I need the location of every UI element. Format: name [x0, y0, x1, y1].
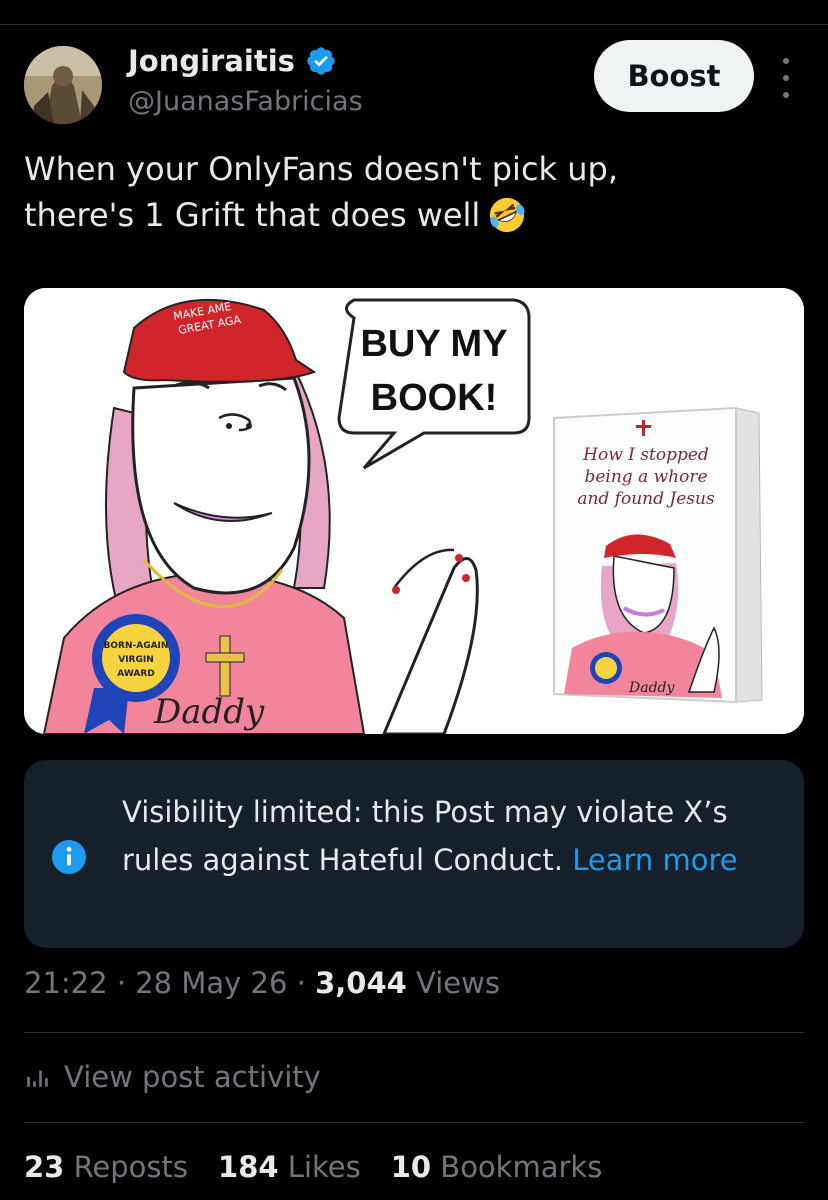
divider-1: [24, 1032, 804, 1033]
book-title-3: and found Jesus: [577, 489, 715, 509]
divider-2: [24, 1122, 804, 1123]
bookmarks-stat[interactable]: 10 Bookmarks: [391, 1150, 603, 1184]
book-title-1: How I stopped: [582, 445, 709, 465]
author-avatar[interactable]: [24, 46, 102, 124]
engagement-stats: 23 Reposts 184 Likes 10 Bookmarks: [24, 1150, 602, 1184]
post-media-image[interactable]: MAKE AME GREAT AGA BORN-AGAIN VIRGIN AWA…: [24, 288, 804, 734]
likes-label: Likes: [287, 1150, 361, 1184]
book-cover: How I stopped being a whore and found Je…: [553, 406, 763, 704]
post-text-line-2: there's 1 Grift that does well: [24, 192, 804, 238]
post-text-line-2-content: there's 1 Grift that does well: [24, 196, 481, 234]
book-shirt-text: Daddy: [628, 680, 675, 696]
analytics-icon: [27, 1070, 48, 1087]
reposts-stat[interactable]: 23 Reposts: [24, 1150, 188, 1184]
bookmarks-count: 10: [390, 1150, 432, 1184]
likes-stat[interactable]: 184 Likes: [218, 1150, 361, 1184]
shirt-text: Daddy: [153, 692, 265, 732]
badge-text-2: VIRGIN: [118, 655, 154, 665]
post-text: When your OnlyFans doesn't pick up, ther…: [24, 146, 804, 238]
avatar-image: [24, 46, 102, 124]
badge-text-3: AWARD: [117, 669, 154, 679]
reposts-label: Reposts: [73, 1150, 189, 1184]
rolling-on-floor-laughing-emoji-icon: [490, 197, 525, 233]
boost-button[interactable]: Boost: [594, 40, 754, 112]
author-name[interactable]: Jongiraitis: [128, 44, 295, 78]
visibility-notice-text: Visibility limited: this Post may violat…: [122, 788, 782, 884]
author-handle[interactable]: @JuanasFabricias: [128, 86, 363, 117]
book-title-2: being a whore: [584, 467, 707, 487]
badge-text-1: BORN-AGAIN: [104, 641, 169, 651]
view-post-activity-button[interactable]: View post activity: [24, 1060, 321, 1094]
verified-badge-icon: [307, 47, 335, 75]
speech-text-2: BOOK!: [371, 377, 498, 419]
reposts-count: 23: [24, 1150, 65, 1184]
meta-separator-1: ·: [116, 966, 127, 1000]
more-options-icon[interactable]: [776, 58, 796, 98]
likes-count: 184: [218, 1150, 279, 1184]
views-label: Views: [416, 966, 500, 1000]
speech-text-1: BUY MY: [360, 323, 507, 365]
post-date[interactable]: 28 May 26: [135, 966, 287, 1000]
views-count: 3,044: [315, 966, 407, 1000]
info-icon: [52, 840, 86, 874]
bookmarks-label: Bookmarks: [440, 1150, 603, 1184]
learn-more-link[interactable]: Learn more: [572, 843, 737, 877]
meta-separator-2: ·: [296, 966, 306, 1000]
meme-illustration: MAKE AME GREAT AGA BORN-AGAIN VIRGIN AWA…: [24, 288, 804, 734]
post-time[interactable]: 21:22: [24, 966, 108, 1000]
post-text-line-1: When your OnlyFans doesn't pick up,: [24, 150, 618, 188]
post-meta: 21:22 · 28 May 26 · 3,044 Views: [24, 966, 500, 1000]
view-post-activity-label: View post activity: [64, 1060, 321, 1094]
top-divider: [0, 24, 828, 25]
